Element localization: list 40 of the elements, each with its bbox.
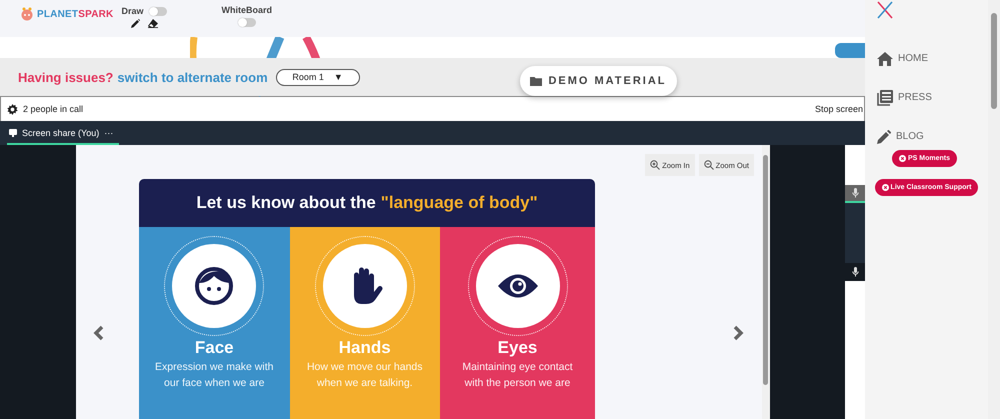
draw-label: Draw xyxy=(121,6,144,16)
more-options[interactable]: ··· xyxy=(104,128,114,138)
zoom-out-icon xyxy=(704,160,714,170)
column-heading: Face xyxy=(194,338,234,358)
nav-link[interactable]: HOME xyxy=(877,39,988,78)
pencil-icon xyxy=(877,130,891,144)
close-circle-icon xyxy=(882,184,889,191)
whiteboard-toggle[interactable] xyxy=(238,18,256,27)
settings-icon[interactable] xyxy=(7,104,18,114)
chat-bubble[interactable] xyxy=(835,43,865,58)
close-icon[interactable] xyxy=(877,1,893,19)
column-heading: Eyes xyxy=(498,338,538,358)
zoom-in-icon xyxy=(650,160,660,170)
planetspark-logo[interactable]: PLANETSPARK xyxy=(20,7,114,21)
people-count: 2 people in call xyxy=(23,104,84,114)
close-circle-icon xyxy=(898,155,906,162)
draw-toggle[interactable] xyxy=(149,6,168,16)
column-description: How we move our hands when we are talking. xyxy=(306,360,423,391)
pencil-icon[interactable] xyxy=(131,19,140,28)
column-description: Expression we make with our face when we are xyxy=(155,360,274,391)
participant-video-tile xyxy=(845,203,865,263)
microphone-icon[interactable] xyxy=(852,267,858,277)
face-icon xyxy=(194,266,234,306)
room-select[interactable]: Room 1 ▼ xyxy=(276,68,360,86)
column-description: Maintaining eye contact with the person we are xyxy=(462,360,573,391)
issues-question: Having issues? xyxy=(18,70,114,84)
slide-title-highlight: "language of body" xyxy=(380,193,538,213)
slide-title: Let us know about the xyxy=(196,193,376,213)
eraser-icon[interactable] xyxy=(148,19,158,28)
column-heading: Hands xyxy=(338,338,391,358)
home-icon xyxy=(877,52,893,66)
newspaper-icon xyxy=(877,90,893,106)
nav-link[interactable]: PRESS xyxy=(877,78,988,117)
whiteboard-label: WhiteBoard xyxy=(221,5,272,15)
monitor-icon xyxy=(9,129,17,137)
folder-icon xyxy=(530,76,542,86)
stop-screen-link[interactable]: Stop screen xyxy=(814,104,864,114)
scrollbar-thumb[interactable] xyxy=(763,155,768,385)
scrollbar-thumb[interactable] xyxy=(991,13,997,109)
demo-material-button[interactable]: DEMO MATERIAL xyxy=(520,66,677,96)
